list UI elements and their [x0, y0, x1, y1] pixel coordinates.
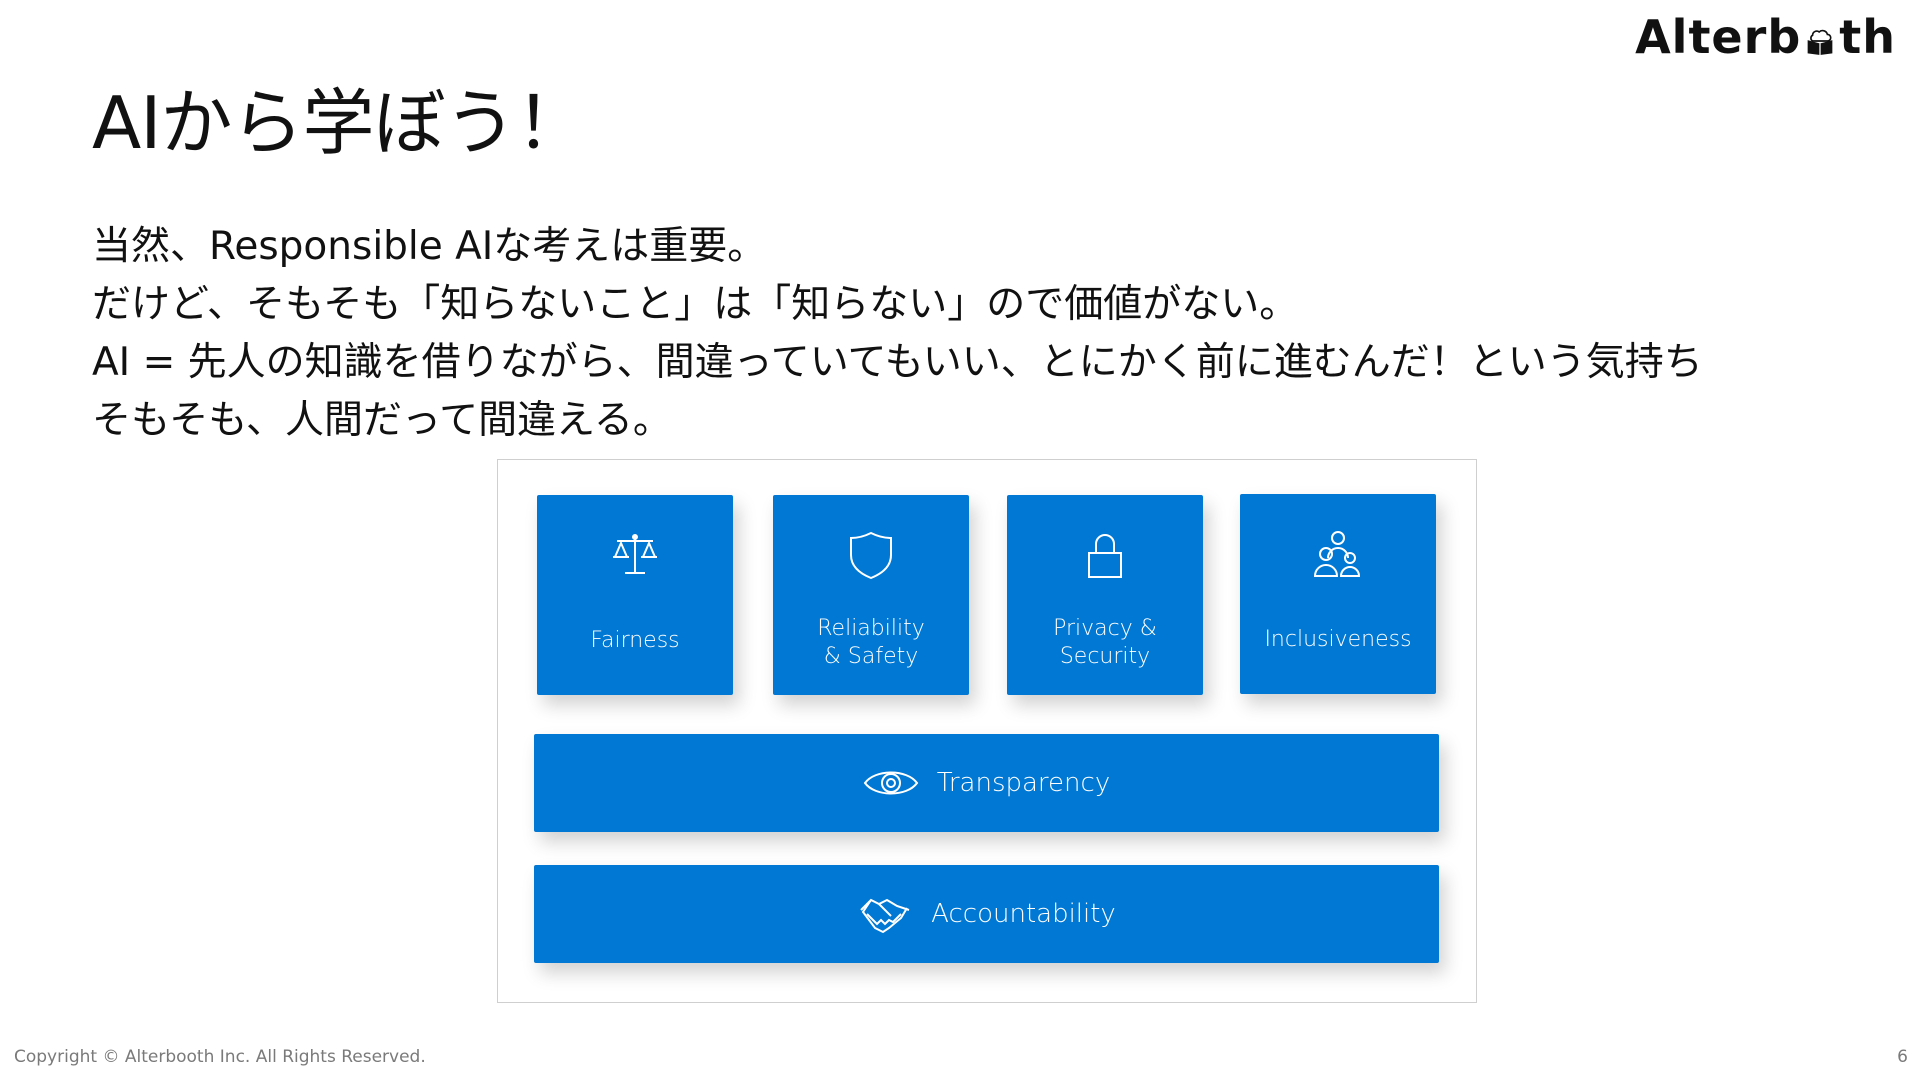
tile-inclusiveness: Inclusiveness [1240, 494, 1436, 694]
tile-label: Accountability [931, 899, 1116, 929]
body-text: 当然、Responsible AIな考えは重要。 だけど、そもそも「知らないこと… [92, 218, 1703, 450]
body-line: AI = 先人の知識を借りながら、間違っていてもいい、とにかく前に進むんだ！とい… [92, 340, 1703, 385]
handshake-icon [860, 898, 910, 934]
tile-privacy-security: Privacy & Security [1007, 495, 1203, 695]
tile-label: Inclusiveness [1264, 627, 1412, 652]
company-logo: Alterb th [1635, 10, 1896, 64]
tile-label: Transparency [936, 768, 1111, 798]
people-icon [1313, 531, 1361, 577]
tile-accountability: Accountability [534, 865, 1439, 963]
eye-icon [863, 771, 919, 795]
tile-label: Privacy & Security [1053, 616, 1157, 669]
responsible-ai-diagram: Fairness Reliability & Safety Privacy & … [497, 459, 1477, 1003]
page-number: 6 [1897, 1047, 1908, 1067]
slide-title: AIから学ぼう！ [92, 81, 587, 165]
tile-reliability-safety: Reliability & Safety [773, 495, 969, 695]
tile-label: Reliability & Safety [817, 616, 925, 669]
logo-text-right: th [1839, 10, 1896, 64]
body-line: そもそも、人間だって間違える。 [92, 398, 672, 443]
shield-icon [850, 531, 892, 580]
lock-icon [1088, 534, 1122, 578]
logo-text-left: Alterb [1635, 10, 1802, 64]
tile-transparency: Transparency [534, 734, 1439, 832]
tile-fairness: Fairness [537, 495, 733, 695]
tile-label: Fairness [590, 628, 680, 653]
body-line: だけど、そもそも「知らないこと」は「知らない」ので価値がない。 [92, 282, 1299, 327]
copyright-footer: Copyright © Alterbooth Inc. All Rights R… [14, 1047, 426, 1067]
book-cloud-icon [1807, 29, 1833, 55]
scale-icon [613, 534, 657, 574]
body-line: 当然、Responsible AIな考えは重要。 [92, 224, 767, 269]
